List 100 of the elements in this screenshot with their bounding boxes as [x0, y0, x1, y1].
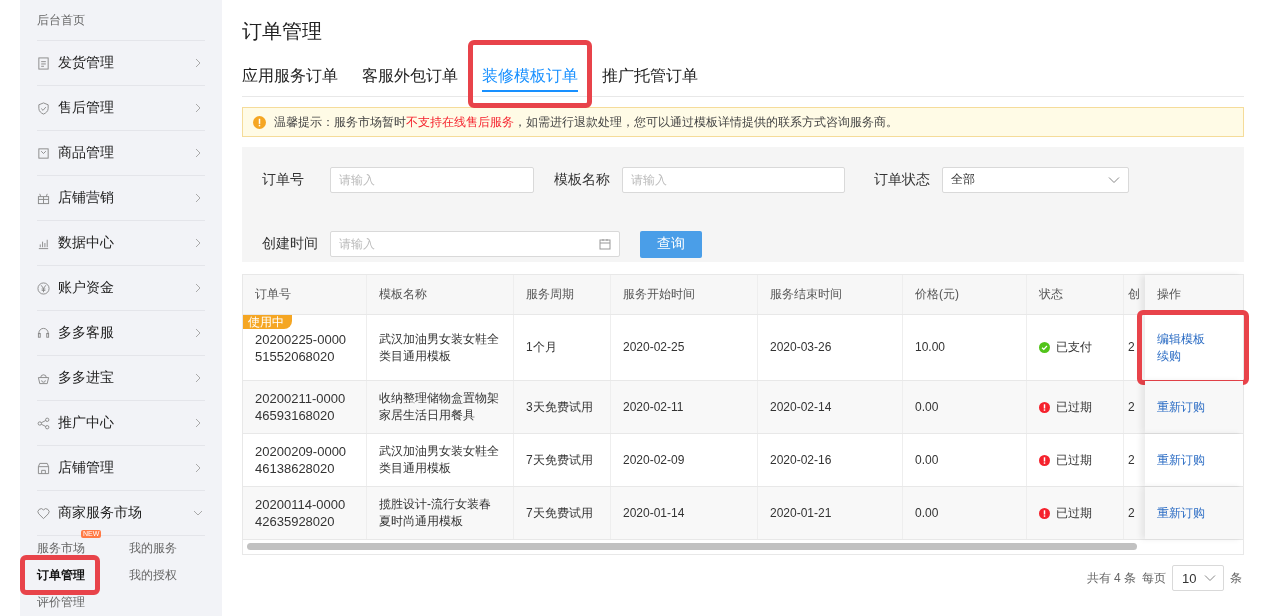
menu-label: 商家服务市场 [58, 504, 143, 522]
page-title: 订单管理 [242, 19, 323, 44]
table-cell-text: 收纳整理储物盒置物架家居生活日用餐具 [379, 390, 500, 424]
check-circle-icon [1039, 342, 1050, 353]
sidebar-item[interactable]: 后台首页 [37, 0, 205, 41]
submenu-item[interactable]: 评价管理 [37, 592, 85, 612]
input-field[interactable]: 请输入 [330, 166, 534, 193]
column-header: 服务周期 [514, 275, 611, 314]
column-header: 服务开始时间 [611, 275, 758, 314]
sidebar-item[interactable]: 商品管理 [37, 131, 205, 176]
sidebar-item[interactable]: 推广中心 [37, 401, 205, 446]
table-cell: 2020-02-16 [770, 451, 832, 469]
table-cell: 10.00 [915, 339, 946, 356]
submenu-item[interactable]: 我的授权 [129, 565, 177, 585]
alert-circle-icon [1039, 454, 1050, 466]
submenu-item[interactable]: 订单管理 [37, 565, 85, 585]
menu-label: 商品管理 [58, 144, 115, 162]
table-cell: 0.00 [915, 504, 939, 522]
menu-label: 多多客服 [58, 324, 115, 342]
scrollbar-thumb[interactable] [247, 543, 1137, 550]
sidebar-item[interactable]: 发货管理 [37, 41, 205, 86]
menu-label: 数据中心 [58, 234, 115, 252]
in-use-tag: 使用中 [243, 315, 292, 329]
caret-icon [1108, 175, 1120, 184]
share-icon [37, 416, 50, 430]
menu-label: 账户资金 [58, 279, 115, 297]
action-link[interactable]: 续购 [1157, 347, 1181, 365]
date-field[interactable]: 请输入 [330, 231, 620, 257]
status-text: 已过期 [1056, 504, 1092, 522]
sidebar-item[interactable]: 多多进宝 [37, 356, 205, 401]
menu-label: 多多进宝 [58, 369, 115, 387]
sidebar-item[interactable]: 数据中心 [37, 221, 205, 266]
headset-icon [37, 326, 50, 340]
action-link[interactable]: 重新订购 [1157, 398, 1205, 416]
filter-label: 订单号 [262, 170, 305, 189]
table-cell: 2020-02-14 [770, 398, 832, 416]
status-text: 已支付 [1056, 339, 1092, 356]
sidebar-item[interactable]: 售后管理 [37, 86, 205, 131]
tab[interactable]: 推广托管订单 [602, 64, 698, 94]
column-header: 模板名称 [367, 275, 514, 314]
submenu-item[interactable]: 我的服务 [129, 538, 177, 558]
shield-icon [37, 101, 50, 115]
table-cell: 0.00 [915, 398, 939, 416]
table-cell: 2020-01-21 [770, 504, 832, 522]
basket-icon [37, 371, 50, 385]
input-field[interactable]: 请输入 [622, 166, 845, 193]
table-cell-text: 揽胜设计-流行女装春夏时尚通用模板 [379, 496, 492, 530]
column-header: 创 [1127, 286, 1141, 303]
table-cell: 2020-03-26 [770, 339, 832, 356]
table-cell: 2 [1128, 398, 1135, 416]
page-size-label: 每页 [1142, 569, 1166, 587]
table-cell: 2020-02-11 [623, 398, 684, 416]
status-text: 已过期 [1056, 451, 1092, 469]
action-link[interactable]: 编辑模板 [1157, 330, 1205, 348]
store-icon [37, 461, 50, 475]
table-cell-text: 20200209-000046138628020 [255, 443, 348, 477]
page-size-select[interactable]: 10 [1172, 565, 1224, 591]
table-cell-text: 武汉加油男女装女鞋全类目通用模板 [379, 330, 500, 365]
submenu-item[interactable]: 服务市场 [37, 538, 85, 558]
table-cell: 2020-02-25 [623, 339, 685, 356]
status-select[interactable]: 全部 [942, 166, 1129, 193]
table-cell: 7天免费试用 [526, 504, 593, 522]
menu-label: 售后管理 [58, 99, 115, 117]
table-cell: 7天免费试用 [526, 451, 593, 469]
table-cell-text: 武汉加油男女装女鞋全类目通用模板 [379, 443, 500, 477]
table-cell: 2020-01-14 [623, 504, 685, 522]
action-link[interactable]: 重新订购 [1157, 504, 1205, 522]
table-cell: 0.00 [915, 451, 939, 469]
sidebar-item[interactable]: 店铺营销 [37, 176, 205, 221]
table-cell: 1个月 [526, 339, 557, 356]
status-text: 已过期 [1056, 398, 1092, 416]
calendar-icon [599, 238, 611, 250]
filter-label: 订单状态 [874, 170, 931, 189]
action-link[interactable]: 重新订购 [1157, 451, 1205, 469]
document-icon [37, 56, 50, 70]
alert-circle-icon [1039, 507, 1050, 519]
notice-text: 温馨提示：服务市场暂时不支持在线售后服务，如需进行退款处理，您可以通过模板详情提供的联系方式咨询服务商。 [274, 113, 898, 131]
bag-icon [37, 146, 50, 160]
warning-icon [253, 115, 266, 129]
table-cell: 2 [1128, 451, 1135, 469]
gift-icon [37, 191, 50, 205]
menu-label: 店铺管理 [58, 459, 115, 477]
sidebar-item[interactable]: 账户资金 [37, 266, 205, 311]
table-cell: 2 [1128, 339, 1135, 356]
column-header: 服务结束时间 [758, 275, 903, 314]
tab[interactable]: 应用服务订单 [242, 64, 338, 94]
caret-icon [1204, 574, 1216, 582]
sidebar-item[interactable]: 店铺管理 [37, 446, 205, 491]
total-count: 共有 4 条 [1086, 569, 1136, 587]
sidebar-item[interactable]: 多多客服 [37, 311, 205, 356]
filter-label: 模板名称 [554, 170, 611, 189]
filter-label: 创建时间 [262, 235, 319, 253]
table-cell: 2020-02-09 [623, 451, 685, 469]
tab[interactable]: 客服外包订单 [362, 64, 458, 94]
unit-label: 条 [1230, 569, 1242, 587]
heart-icon [37, 506, 50, 520]
column-header: 状态 [1027, 275, 1124, 314]
table-cell-text: 20200225-000051552068020 [255, 330, 348, 365]
column-header: 价格(元) [903, 275, 1027, 314]
menu-label: 推广中心 [58, 414, 115, 432]
